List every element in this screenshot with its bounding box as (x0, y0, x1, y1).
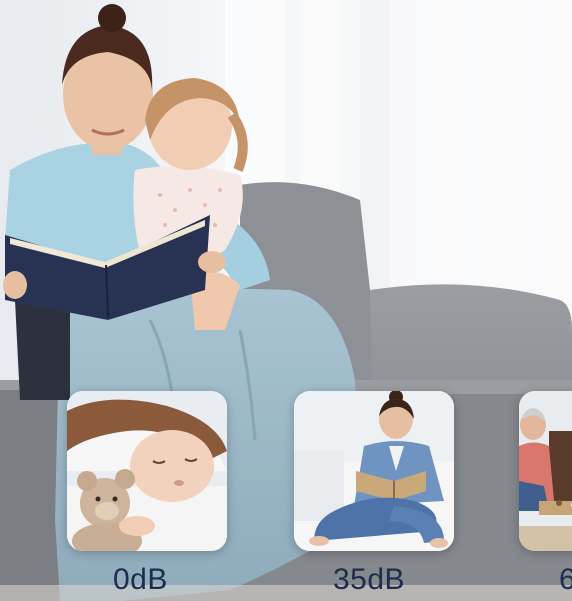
noise-level-thumbnail-0db (67, 391, 227, 551)
woman-reading-illustration (294, 391, 454, 551)
noise-level-label: 0dB (113, 563, 168, 596)
sleeping-child-illustration (67, 391, 227, 551)
noise-level-thumbnail-35db (294, 391, 454, 551)
noise-level-label: 6 (559, 563, 572, 596)
noise-level-thumbnail-partial (519, 391, 572, 551)
noise-level-label: 35dB (333, 563, 406, 596)
man-board-game-illustration (519, 391, 572, 551)
